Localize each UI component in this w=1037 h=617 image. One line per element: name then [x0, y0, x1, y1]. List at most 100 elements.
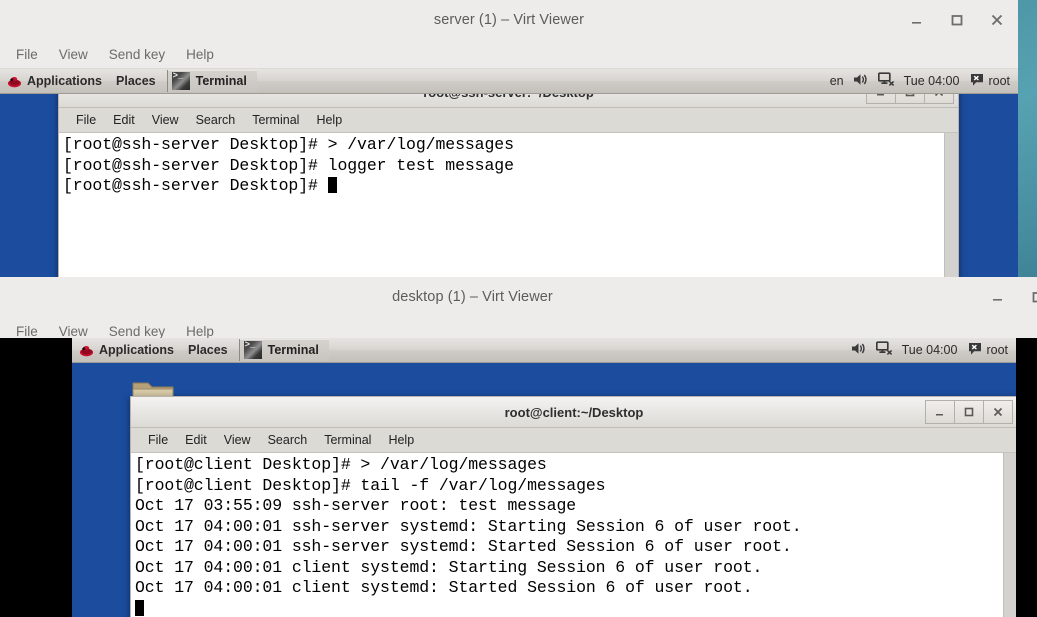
host-desktop-background — [1018, 0, 1037, 277]
terminal-menu-view[interactable]: View — [217, 432, 258, 448]
terminal-line: [root@ssh-server Desktop]# logger test m… — [63, 155, 514, 175]
guest-desktop-client: Applications Places Terminal — [72, 338, 1016, 617]
terminal-menu-help[interactable]: Help — [309, 112, 349, 128]
redhat-logo-icon — [7, 74, 22, 89]
terminal-line: [root@client Desktop]# tail -f /var/log/… — [135, 475, 606, 495]
menu-file[interactable]: File — [8, 45, 46, 64]
terminal-text-ssh-server: [root@ssh-server Desktop]# > /var/log/me… — [59, 133, 944, 277]
terminal-minimize-icon[interactable] — [925, 400, 955, 424]
window-controls-server — [910, 0, 1004, 40]
keyboard-layout-indicator[interactable]: en — [830, 74, 844, 88]
panel-left-server: Applications Places Terminal — [0, 69, 257, 93]
volume-icon[interactable] — [851, 341, 867, 359]
terminal-menu-terminal[interactable]: Terminal — [245, 112, 306, 128]
terminal-maximize-icon[interactable] — [955, 400, 984, 424]
menu-view[interactable]: View — [51, 45, 96, 64]
places-menu[interactable]: Places — [109, 69, 163, 93]
terminal-cursor — [327, 177, 337, 193]
taskbar-terminal-label: Terminal — [267, 343, 319, 357]
volume-icon[interactable] — [853, 72, 869, 90]
terminal-window-ssh-server: root@ssh-server:~/Desktop F — [58, 76, 959, 277]
titlebar-desktop: desktop (1) – Virt Viewer — [0, 277, 1037, 317]
terminal-icon — [171, 71, 190, 90]
gnome-panel-server: Applications Places Terminal en — [0, 69, 1018, 94]
panel-left-client: Applications Places Terminal — [72, 338, 329, 362]
terminal-menu-edit[interactable]: Edit — [178, 432, 214, 448]
terminal-titlebar-client: root@client:~/Desktop — [131, 397, 1016, 428]
applications-label: Applications — [99, 343, 175, 357]
taskbar-terminal-label: Terminal — [195, 74, 247, 88]
screen: server (1) – Virt Viewer File View Send … — [0, 0, 1037, 617]
close-icon[interactable] — [990, 13, 1004, 27]
menu-send-key[interactable]: Send key — [101, 45, 173, 64]
virt-viewer-window-desktop: desktop (1) – Virt Viewer File View Send… — [0, 277, 1037, 617]
panel-right-client: Tue 04:00 root — [851, 338, 1016, 362]
applications-menu[interactable]: Applications — [72, 338, 181, 362]
places-label: Places — [188, 343, 228, 357]
terminal-prompt: [root@ssh-server Desktop]# — [63, 176, 328, 195]
menubar-server: File View Send key Help — [0, 40, 1018, 69]
menu-help[interactable]: Help — [178, 45, 222, 64]
terminal-title-client: root@client:~/Desktop — [504, 404, 644, 420]
guest-desktop-client-area: Applications Places Terminal — [0, 338, 1037, 617]
maximize-icon[interactable] — [1031, 290, 1037, 304]
terminal-line: [root@client Desktop]# > /var/log/messag… — [135, 455, 547, 474]
terminal-line: Oct 17 04:00:01 client systemd: Started … — [135, 578, 753, 597]
applications-label: Applications — [27, 74, 103, 88]
terminal-line-with-cursor: [root@ssh-server Desktop]# — [63, 176, 944, 197]
places-label: Places — [116, 74, 156, 88]
minimize-icon[interactable] — [910, 13, 924, 27]
terminal-line: [root@ssh-server Desktop]# > /var/log/me… — [63, 135, 514, 154]
terminal-text-client: [root@client Desktop]# > /var/log/messag… — [131, 453, 1003, 617]
terminal-icon — [243, 340, 262, 359]
terminal-line: Oct 17 03:55:09 ssh-server root: test me… — [135, 496, 577, 515]
redhat-logo-icon — [79, 343, 94, 358]
minimize-icon[interactable] — [991, 290, 1005, 304]
clock[interactable]: Tue 04:00 — [904, 74, 960, 88]
chat-bubble-icon — [970, 73, 984, 90]
terminal-window-controls-client — [925, 400, 1013, 424]
terminal-menu-file[interactable]: File — [141, 432, 175, 448]
terminal-menu-search[interactable]: Search — [261, 432, 315, 448]
window-title-desktop: desktop (1) – Virt Viewer — [392, 289, 553, 305]
terminal-window-client: root@client:~/Desktop File Edit View Sea… — [130, 396, 1016, 617]
panel-right-server: en Tue 04:00 root — [830, 69, 1018, 93]
guest-desktop-server: Applications Places Terminal en — [0, 69, 1018, 277]
gnome-panel-client: Applications Places Terminal — [72, 338, 1016, 363]
applications-menu[interactable]: Applications — [0, 69, 109, 93]
window-controls-desktop — [991, 277, 1037, 317]
virt-viewer-window-server: server (1) – Virt Viewer File View Send … — [0, 0, 1018, 277]
chat-bubble-icon — [968, 342, 982, 359]
clock[interactable]: Tue 04:00 — [902, 343, 958, 357]
terminal-screen-client[interactable]: [root@client Desktop]# > /var/log/messag… — [131, 453, 1016, 617]
places-menu[interactable]: Places — [181, 338, 235, 362]
terminal-screen-ssh-server[interactable]: [root@ssh-server Desktop]# > /var/log/me… — [59, 133, 958, 277]
terminal-line: Oct 17 04:00:01 ssh-server systemd: Star… — [135, 537, 792, 556]
terminal-line-with-cursor — [135, 599, 1003, 617]
network-disconnected-icon[interactable] — [877, 72, 895, 90]
terminal-menu-file[interactable]: File — [69, 112, 103, 128]
terminal-scrollbar-ssh-server[interactable] — [944, 133, 958, 277]
terminal-menu-view[interactable]: View — [145, 112, 186, 128]
user-menu[interactable]: root — [966, 338, 1010, 362]
terminal-scrollbar-client[interactable] — [1003, 453, 1016, 617]
terminal-menu-terminal[interactable]: Terminal — [317, 432, 378, 448]
terminal-line: Oct 17 04:00:01 ssh-server systemd: Star… — [135, 516, 802, 536]
terminal-menubar-client: File Edit View Search Terminal Help — [131, 428, 1016, 453]
user-label: root — [986, 343, 1008, 357]
terminal-menu-search[interactable]: Search — [189, 112, 243, 128]
terminal-close-icon[interactable] — [984, 400, 1013, 424]
network-disconnected-icon[interactable] — [875, 341, 893, 359]
terminal-line: Oct 17 04:00:01 client systemd: Starting… — [135, 557, 763, 577]
titlebar-server: server (1) – Virt Viewer — [0, 0, 1018, 40]
user-menu[interactable]: root — [968, 69, 1012, 93]
maximize-icon[interactable] — [950, 13, 964, 27]
window-title-server: server (1) – Virt Viewer — [433, 12, 585, 28]
taskbar-button-terminal[interactable]: Terminal — [238, 339, 329, 361]
taskbar-button-terminal[interactable]: Terminal — [166, 70, 257, 92]
user-label: root — [988, 74, 1010, 88]
terminal-menubar-ssh-server: File Edit View Search Terminal Help — [59, 108, 958, 133]
terminal-menu-edit[interactable]: Edit — [106, 112, 142, 128]
terminal-menu-help[interactable]: Help — [381, 432, 421, 448]
terminal-cursor — [135, 599, 144, 616]
